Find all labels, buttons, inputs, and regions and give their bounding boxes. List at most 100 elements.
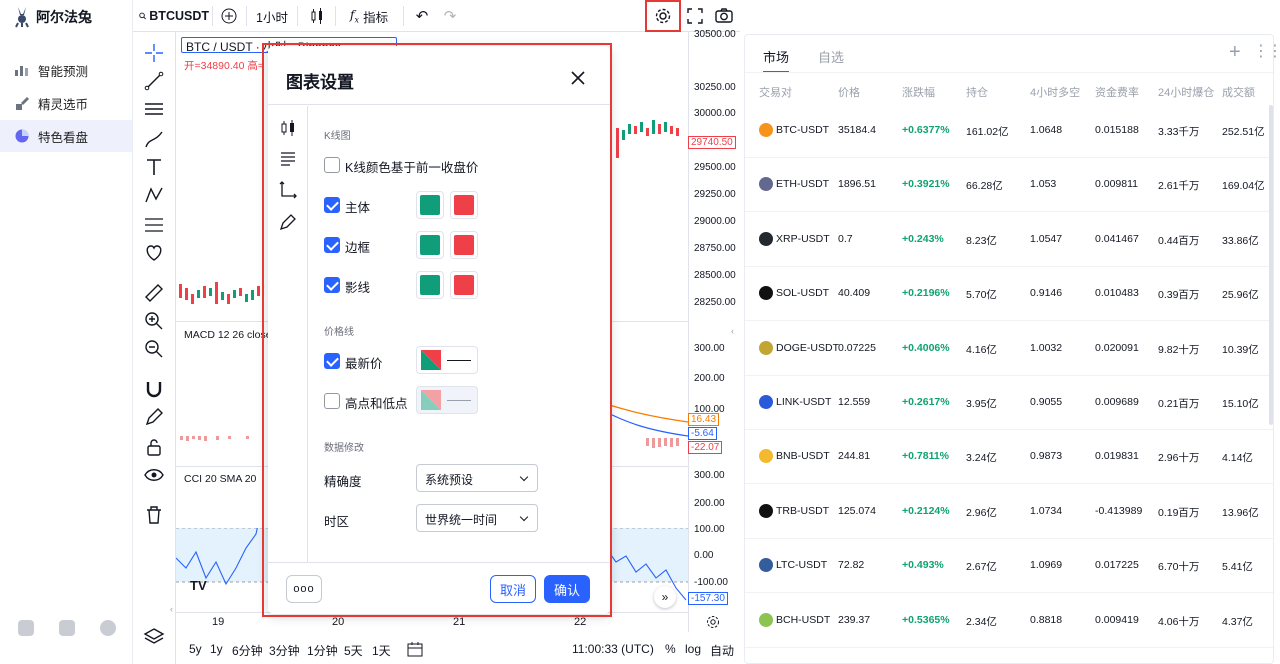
table-row[interactable]: TRB-USDT 125.074 +0.2124% 2.96亿 1.0734 -0.413… — [745, 485, 1273, 539]
pattern-icon[interactable] — [143, 184, 165, 206]
range-3min[interactable]: 3分钟 — [269, 642, 300, 659]
eye-icon[interactable] — [143, 464, 165, 486]
table-row[interactable]: XRP-USDT 0.7 +0.243% 8.23亿 1.0547 0.041467 0.4… — [745, 213, 1273, 267]
scroll-to-realtime-button[interactable]: » — [654, 586, 676, 608]
layers-icon[interactable] — [143, 626, 165, 648]
table-row[interactable]: BNB-USDT 244.81 +0.7811% 3.24亿 0.9873 0.01983… — [745, 430, 1273, 485]
horizontal-lines-icon[interactable] — [143, 98, 165, 120]
col-header-change[interactable]: 涨跌幅 — [902, 84, 935, 100]
add-panel-icon[interactable]: + — [1229, 41, 1241, 64]
border-up-color-swatch[interactable] — [416, 231, 444, 259]
toolbar-divider — [212, 6, 213, 26]
sidebar-item-featured[interactable]: 特色看盘 — [0, 120, 132, 152]
wick-checkbox[interactable] — [324, 277, 340, 293]
body-down-color-swatch[interactable] — [450, 191, 478, 219]
tab-watchlist[interactable]: 自选 — [818, 47, 844, 66]
magnet-icon[interactable] — [143, 378, 165, 400]
indicators-button[interactable]: fx 指标 — [343, 0, 395, 32]
border-down-color-swatch[interactable] — [450, 231, 478, 259]
timezone-select[interactable]: 世界统一时间 — [416, 504, 538, 532]
col-header-pair[interactable]: 交易对 — [759, 84, 792, 100]
ruler-icon[interactable] — [143, 282, 165, 304]
table-row[interactable]: LINK-USDT 12.559 +0.2617% 3.95亿 0.9055 0.0096… — [745, 376, 1273, 430]
border-checkbox[interactable] — [324, 237, 340, 253]
candle-prev-close-checkbox[interactable] — [324, 157, 340, 173]
collapse-right-panel-icon[interactable]: ‹ — [731, 326, 740, 338]
range-5y[interactable]: 5y — [189, 642, 202, 656]
table-row[interactable]: BTC-USDT 35184.4 +0.6377% 161.02亿 1.0648 0.01… — [745, 104, 1273, 158]
high-low-checkbox[interactable] — [324, 393, 340, 409]
last-price-checkbox[interactable] — [324, 353, 340, 369]
fullscreen-button[interactable] — [683, 0, 707, 32]
chart-type-button[interactable] — [305, 0, 329, 32]
precision-select[interactable]: 系统预设 — [416, 464, 538, 492]
col-header-longshort[interactable]: 4小时多空 — [1030, 84, 1080, 100]
col-header-price[interactable]: 价格 — [838, 84, 860, 100]
tab-drawings-pencil-icon[interactable] — [278, 212, 298, 232]
col-header-oi[interactable]: 持仓 — [966, 84, 988, 100]
close-icon[interactable] — [568, 68, 588, 88]
zoom-out-icon[interactable] — [143, 338, 165, 360]
tab-status-line-icon[interactable] — [278, 148, 298, 168]
screenshot-button[interactable] — [711, 0, 737, 32]
wick-up-color-swatch[interactable] — [416, 271, 444, 299]
collapse-drawbar-icon[interactable]: ‹ — [170, 604, 176, 616]
goto-date-icon[interactable] — [407, 641, 423, 657]
undo-button[interactable]: ↶ — [411, 0, 433, 32]
brush-icon[interactable] — [143, 128, 165, 150]
redo-button[interactable]: ↷ — [439, 0, 461, 32]
range-5d[interactable]: 5天 — [344, 642, 363, 659]
interval-button[interactable]: 1小时 — [251, 0, 293, 32]
last-price-line-style[interactable] — [416, 346, 478, 374]
auto-toggle[interactable]: 自动 — [710, 642, 734, 659]
pencil-lock-icon[interactable] — [143, 406, 165, 428]
table-row[interactable]: BCH-USDT 239.37 +0.5365% 2.34亿 0.8818 0.00941… — [745, 594, 1273, 648]
fib-icon[interactable] — [143, 214, 165, 236]
more-options-button[interactable]: ooo — [286, 575, 322, 603]
symbol-search-button[interactable]: BTCUSDT — [139, 0, 209, 32]
chat-icon[interactable] — [59, 620, 75, 636]
col-header-liquidation[interactable]: 24小时爆仓 — [1158, 84, 1214, 100]
range-1d[interactable]: 1天 — [372, 642, 391, 659]
body-up-color-swatch[interactable] — [416, 191, 444, 219]
range-1y[interactable]: 1y — [210, 642, 223, 656]
tab-scales-icon[interactable] — [278, 180, 298, 200]
crosshair-icon[interactable] — [143, 42, 165, 64]
trash-icon[interactable] — [143, 504, 165, 526]
sidebar-item-prediction[interactable]: 智能预测 — [0, 54, 132, 86]
cell-funding: 0.041467 — [1095, 232, 1139, 245]
high-low-line-style[interactable] — [416, 386, 478, 414]
settings-circle-icon[interactable] — [100, 620, 116, 636]
zoom-in-icon[interactable] — [143, 310, 165, 332]
heart-icon[interactable] — [143, 242, 165, 264]
log-toggle[interactable]: log — [685, 642, 701, 656]
wick-down-color-swatch[interactable] — [450, 271, 478, 299]
percent-toggle[interactable]: % — [665, 642, 676, 656]
trend-line-icon[interactable] — [143, 70, 165, 92]
brand[interactable]: 阿尔法兔 — [12, 6, 92, 28]
compare-button[interactable] — [217, 0, 241, 32]
col-header-funding[interactable]: 资金费率 — [1095, 84, 1139, 100]
table-row[interactable]: ETH-USDT 1896.51 +0.3921% 66.28亿 1.053 0.0098… — [745, 158, 1273, 213]
sidebar-item-coin-select[interactable]: 精灵选币 — [0, 87, 132, 119]
tab-market[interactable]: 市场 — [763, 47, 790, 73]
text-tool-icon[interactable] — [143, 156, 165, 178]
grid-menu-icon[interactable]: ⋮⋮ — [1253, 41, 1280, 61]
cancel-button[interactable]: 取消 — [490, 575, 536, 603]
col-header-volume[interactable]: 成交额 — [1222, 84, 1255, 100]
confirm-button[interactable]: 确认 — [544, 575, 590, 603]
scrollbar[interactable] — [1269, 105, 1273, 425]
table-row[interactable]: DOGE-USDT 0.07225 +0.4006% 4.16亿 1.0032 0.020… — [745, 322, 1273, 376]
chart-settings-button[interactable] — [645, 0, 681, 32]
axis-settings-gear-icon[interactable] — [706, 615, 720, 629]
lock-icon[interactable] — [143, 436, 165, 458]
table-row[interactable]: LTC-USDT 72.82 +0.493% 2.67亿 1.0969 0.017225 6… — [745, 539, 1273, 594]
range-1min[interactable]: 1分钟 — [307, 642, 338, 659]
body-checkbox[interactable] — [324, 197, 340, 213]
github-icon[interactable] — [18, 620, 34, 636]
tab-symbol-candle-icon[interactable] — [278, 118, 298, 138]
tradingview-logo[interactable]: TV — [190, 578, 212, 594]
table-row[interactable]: SOL-USDT 40.409 +0.2196% 5.70亿 0.9146 0.01048… — [745, 267, 1273, 322]
range-6min[interactable]: 6分钟 — [232, 642, 263, 659]
clock-readout[interactable]: 11:00:33 (UTC) — [572, 642, 654, 656]
